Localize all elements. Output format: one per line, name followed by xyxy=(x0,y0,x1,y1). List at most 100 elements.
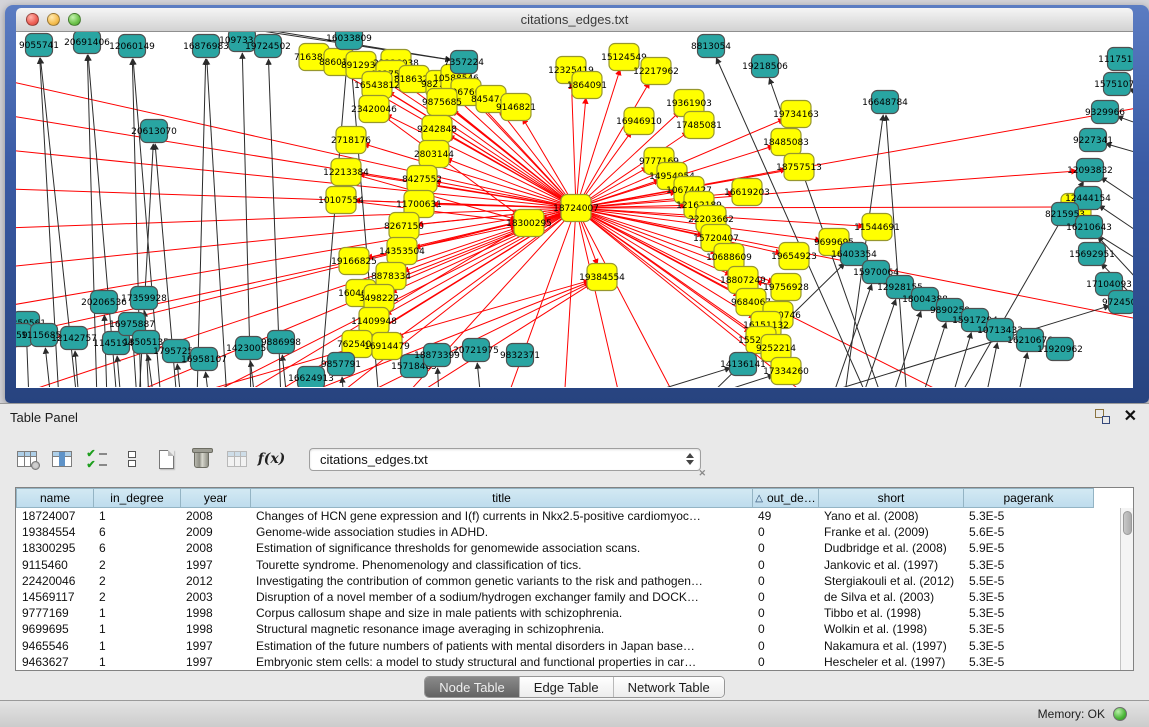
graph-node-teal[interactable]: 15751074 xyxy=(1094,73,1133,96)
table-cell: Hescheler et al. (1997) xyxy=(818,655,963,669)
column-visibility-icon[interactable] xyxy=(50,448,73,471)
graph-node-yellow[interactable]: 18757513 xyxy=(776,154,822,181)
graph-node-label: 11700631 xyxy=(396,200,442,210)
citation-edge-black xyxy=(891,311,921,387)
close-window-button[interactable] xyxy=(26,13,39,26)
table-row[interactable]: 1456911722003Disruption of a novel membe… xyxy=(16,589,1120,605)
table-row[interactable]: 969969511998Structural magnetic resonanc… xyxy=(16,621,1120,637)
new-table-icon[interactable] xyxy=(155,448,178,471)
table-cell: Estimation of significance thresholds fo… xyxy=(250,541,752,555)
table-settings-icon[interactable] xyxy=(15,448,38,471)
graph-node-label: 9242848 xyxy=(417,125,457,135)
graph-node-teal[interactable]: 20691406 xyxy=(64,32,110,54)
table-row[interactable]: 1938455462009Genome-wide association stu… xyxy=(16,524,1120,540)
table-cell: Yano et al. (2008) xyxy=(818,509,963,523)
scrollbar-thumb[interactable] xyxy=(1123,511,1132,535)
graph-node-yellow[interactable]: 16946910 xyxy=(616,108,662,135)
graph-node-teal[interactable]: 9329966 xyxy=(1085,101,1125,124)
graph-node-yellow[interactable]: 9146821 xyxy=(496,94,536,121)
table-selector-combobox[interactable]: citations_edges.txt xyxy=(309,448,701,471)
graph-node-yellow[interactable]: 8427552 xyxy=(402,166,442,193)
table-vertical-scrollbar[interactable] xyxy=(1120,508,1133,670)
tab-network-table[interactable]: Network Table xyxy=(613,677,724,697)
graph-node-teal[interactable]: 14136141 xyxy=(720,353,766,376)
network-graph: 1872400718300295193845547163822886012889… xyxy=(16,32,1133,387)
graph-node-yellow[interactable]: 2803144 xyxy=(414,141,454,168)
graph-node-yellow[interactable]: 1864091 xyxy=(567,72,607,99)
graph-node-yellow[interactable]: 19654923 xyxy=(771,243,817,270)
graph-node-teal[interactable]: 11175107 xyxy=(1098,48,1133,71)
graph-node-teal[interactable]: 9832371 xyxy=(500,344,540,367)
table-row[interactable]: 1830029562008Estimation of significance … xyxy=(16,540,1120,556)
table-row[interactable]: 946362711997Embryonic stem cells: a mode… xyxy=(16,654,1120,670)
table-cell: 0 xyxy=(752,541,818,555)
graph-node-yellow[interactable]: 18485083 xyxy=(763,129,809,156)
table-cell: 1998 xyxy=(180,606,250,620)
graph-node-yellow[interactable]: 8267150 xyxy=(384,213,424,240)
table-cell: 5.3E-5 xyxy=(963,639,1093,653)
minimize-window-button[interactable] xyxy=(47,13,60,26)
graph-node-label: 15720407 xyxy=(693,234,739,244)
graph-node-teal[interactable]: 12093832 xyxy=(1067,159,1113,182)
graph-node-yellow[interactable]: 19734163 xyxy=(773,101,819,128)
table-cell: 2009 xyxy=(180,525,250,539)
graph-node-yellow[interactable]: 10107554 xyxy=(318,187,364,214)
table-row[interactable]: 1872400712008Changes of HCN gene express… xyxy=(16,508,1120,524)
graph-node-label: 18485083 xyxy=(763,138,809,148)
table-cell: Embryonic stem cells: a model to study s… xyxy=(250,655,752,669)
graph-node-yellow[interactable]: 19166825 xyxy=(331,248,377,275)
graph-node-teal[interactable]: 8813054 xyxy=(691,35,731,58)
graph-node-yellow[interactable]: 9242848 xyxy=(417,116,457,143)
table-cell: 2008 xyxy=(180,541,250,555)
graph-node-yellow[interactable]: 19756928 xyxy=(763,274,809,301)
memory-status-label: Memory: OK xyxy=(1038,707,1105,721)
citation-edge-black xyxy=(45,348,51,387)
graph-node-teal[interactable]: 12060149 xyxy=(109,35,155,58)
citation-edge-black xyxy=(951,332,971,387)
graph-node-label: 10107554 xyxy=(318,196,364,206)
graph-node-teal[interactable]: 17359928 xyxy=(121,287,167,310)
zoom-window-button[interactable] xyxy=(68,13,81,26)
graph-node-yellow[interactable]: 19384554 xyxy=(579,264,625,291)
graph-node-teal[interactable]: 15692951 xyxy=(1069,243,1115,266)
window-titlebar[interactable]: citations_edges.txt xyxy=(16,8,1133,32)
delete-table-icon[interactable] xyxy=(190,448,213,471)
graph-node-label: 12060149 xyxy=(109,42,155,52)
table-cell: Disruption of a novel member of a sodium… xyxy=(250,590,752,604)
tab-node-table[interactable]: Node Table xyxy=(425,677,519,697)
table-header-row: namein_degreeyeartitle△out_de…shortpager… xyxy=(16,488,1133,508)
graph-node-teal[interactable]: 19218506 xyxy=(742,55,788,78)
table-cell: 9699695 xyxy=(16,622,93,636)
graph-node-yellow[interactable]: 2718176 xyxy=(331,127,371,154)
column-header-year[interactable]: year xyxy=(180,488,251,508)
float-panel-icon[interactable] xyxy=(1095,409,1110,424)
row-height-icon[interactable] xyxy=(120,448,143,471)
table-row[interactable]: 911546021997Tourette syndrome. Phenomeno… xyxy=(16,557,1120,573)
network-canvas[interactable]: 1872400718300295193845547163822886012889… xyxy=(16,32,1133,388)
column-header-out_de[interactable]: △out_de… xyxy=(752,488,819,508)
graph-node-label: 9055741 xyxy=(19,41,59,51)
graph-node-yellow[interactable]: 16619203 xyxy=(724,179,770,206)
column-header-in_degree[interactable]: in_degree xyxy=(93,488,181,508)
graph-node-yellow[interactable]: 23420046 xyxy=(351,96,397,123)
graph-node-teal[interactable]: 9055741 xyxy=(19,34,59,57)
column-header-short[interactable]: short xyxy=(818,488,964,508)
graph-node-label: 18757513 xyxy=(776,163,822,173)
column-header-title[interactable]: title xyxy=(250,488,753,508)
close-panel-icon[interactable]: ✕ xyxy=(1124,409,1137,424)
column-header-pagerank[interactable]: pagerank xyxy=(963,488,1094,508)
function-builder-icon[interactable]: f(x) xyxy=(260,448,283,471)
graph-node-yellow[interactable]: 12213384 xyxy=(323,159,369,186)
table-row[interactable]: 977716911998Corpus callosum shape and si… xyxy=(16,605,1120,621)
graph-node-teal[interactable]: 9227341 xyxy=(1073,129,1113,152)
graph-node-yellow[interactable]: 9875685 xyxy=(422,89,462,116)
graph-node-teal[interactable]: 16648784 xyxy=(862,91,908,114)
graph-node-label: 12093832 xyxy=(1067,166,1113,176)
table-row[interactable]: 2242004622012Investigating the contribut… xyxy=(16,573,1120,589)
graph-node-label: 19756928 xyxy=(763,283,809,293)
tab-edge-table[interactable]: Edge Table xyxy=(519,677,613,697)
select-all-columns-icon[interactable]: ✔ ✔ xyxy=(85,448,108,471)
table-row[interactable]: 946554611997Estimation of the future num… xyxy=(16,638,1120,654)
column-header-name[interactable]: name xyxy=(16,488,94,508)
graph-node-teal[interactable]: 20721975 xyxy=(453,339,499,362)
